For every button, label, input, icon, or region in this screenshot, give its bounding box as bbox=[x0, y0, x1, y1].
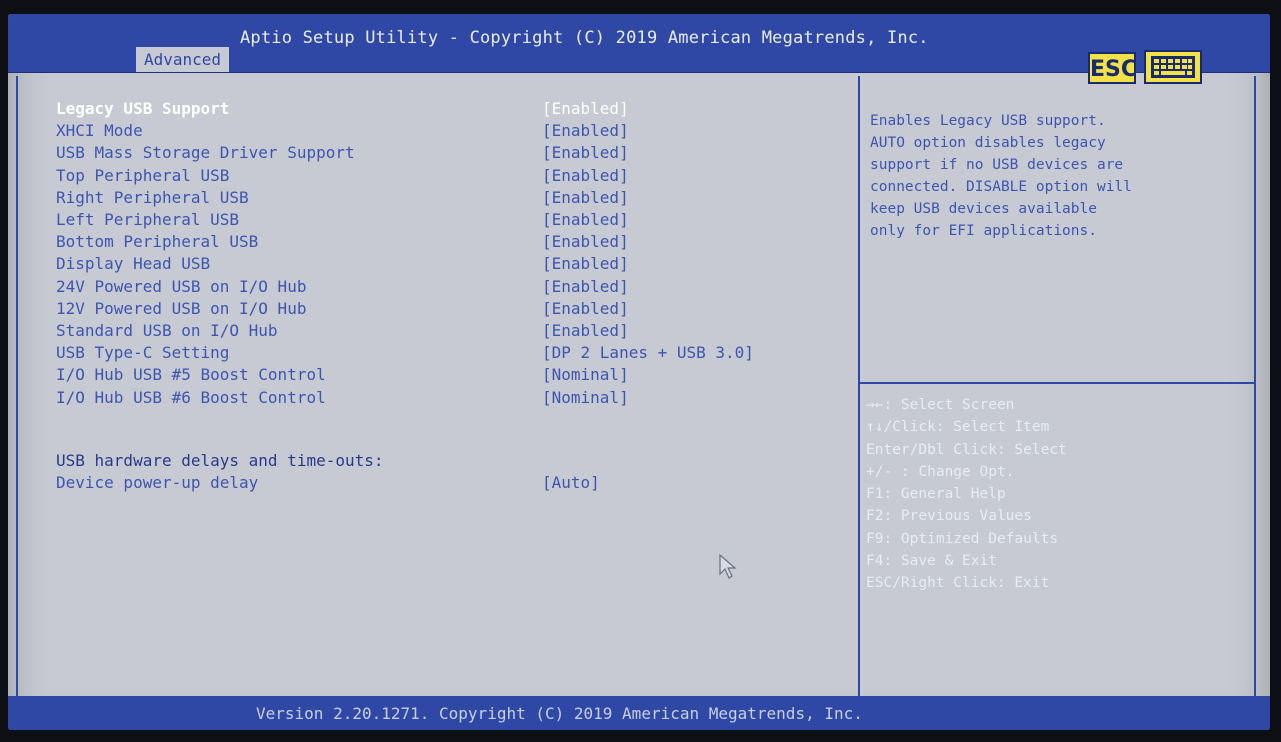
setting-row[interactable]: XHCI Mode [Enabled] bbox=[18, 120, 818, 142]
setting-row[interactable]: Top Peripheral USB [Enabled] bbox=[18, 165, 818, 187]
setting-value[interactable]: [DP 2 Lanes + USB 3.0] bbox=[542, 342, 754, 364]
section-label-usb-delays: USB hardware delays and time-outs: bbox=[56, 451, 384, 470]
setting-value[interactable]: [Enabled] bbox=[542, 187, 629, 209]
header-bar: Aptio Setup Utility - Copyright (C) 2019… bbox=[8, 14, 1270, 84]
setting-label: I/O Hub USB #5 Boost Control bbox=[56, 365, 326, 385]
key-hint: F1: General Help bbox=[866, 486, 1006, 503]
tab-advanced[interactable]: Advanced bbox=[136, 47, 230, 72]
setting-label: 24V Powered USB on I/O Hub bbox=[56, 276, 307, 296]
setting-label: Device power-up delay bbox=[56, 473, 259, 492]
setting-label: Bottom Peripheral USB bbox=[56, 232, 259, 252]
help-panel: Enables Legacy USB support. AUTO option … bbox=[858, 76, 1256, 696]
setting-value[interactable]: [Auto] bbox=[542, 472, 600, 494]
setting-label: Right Peripheral USB bbox=[56, 187, 249, 207]
setting-value[interactable]: [Enabled] bbox=[542, 276, 629, 298]
help-description: Enables Legacy USB support. AUTO option … bbox=[870, 113, 1132, 239]
utility-title: Aptio Setup Utility - Copyright (C) 2019… bbox=[240, 28, 929, 48]
setting-row[interactable]: Standard USB on I/O Hub [Enabled] bbox=[18, 320, 818, 342]
key-hint: F4: Save & Exit bbox=[866, 553, 997, 570]
key-hint: ↑↓/Click: Select Item bbox=[866, 419, 1050, 436]
key-hint: →←: Select Screen bbox=[866, 397, 1015, 413]
setting-label: Legacy USB Support bbox=[56, 99, 230, 118]
setting-row[interactable]: USB Type-C Setting [DP 2 Lanes + USB 3.0] bbox=[18, 342, 818, 364]
setting-value[interactable]: [Enabled] bbox=[542, 209, 629, 231]
setting-row[interactable]: 12V Powered USB on I/O Hub [Enabled] bbox=[18, 298, 818, 320]
version-text: Version 2.20.1271. Copyright (C) 2019 Am… bbox=[256, 704, 863, 723]
help-divider bbox=[860, 382, 1254, 384]
setting-row[interactable]: I/O Hub USB #6 Boost Control [Nominal] bbox=[18, 387, 818, 409]
key-legend: →←: Select Screen ↑↓/Click: Select Item En… bbox=[866, 394, 1246, 595]
setting-label: 12V Powered USB on I/O Hub bbox=[56, 298, 307, 318]
setting-value[interactable]: [Enabled] bbox=[542, 231, 629, 253]
setting-value[interactable]: [Enabled] bbox=[542, 298, 629, 320]
setting-row[interactable]: Right Peripheral USB [Enabled] bbox=[18, 187, 818, 209]
setting-row[interactable]: Legacy USB Support [Enabled] bbox=[18, 98, 818, 120]
setting-label: Display Head USB bbox=[56, 254, 211, 274]
key-hint: ESC/Right Click: Exit bbox=[866, 575, 1050, 592]
setting-value[interactable]: [Nominal] bbox=[542, 364, 629, 386]
setting-row[interactable]: Left Peripheral USB [Enabled] bbox=[18, 209, 818, 231]
setting-label: USB Type-C Setting bbox=[56, 343, 230, 363]
setting-value[interactable]: [Enabled] bbox=[542, 142, 629, 164]
setting-label: Top Peripheral USB bbox=[56, 165, 230, 185]
setting-label: I/O Hub USB #6 Boost Control bbox=[56, 387, 326, 407]
setting-label: XHCI Mode bbox=[56, 121, 143, 141]
setting-label: USB Mass Storage Driver Support bbox=[56, 143, 355, 163]
setting-row[interactable]: 24V Powered USB on I/O Hub [Enabled] bbox=[18, 276, 818, 298]
setting-value[interactable]: [Enabled] bbox=[542, 120, 629, 142]
setting-row-device-power-up-delay[interactable]: Device power-up delay [Auto] bbox=[18, 472, 818, 494]
key-hint: +/- : Change Opt. bbox=[866, 463, 1015, 480]
key-hint: Enter/Dbl Click: Select bbox=[866, 441, 1067, 458]
setting-value[interactable]: [Enabled] bbox=[542, 165, 629, 187]
setting-row[interactable]: I/O Hub USB #5 Boost Control [Nominal] bbox=[18, 364, 818, 386]
settings-panel: Legacy USB Support [Enabled] XHCI Mode [Ena… bbox=[16, 76, 858, 696]
setting-row[interactable]: Bottom Peripheral USB [Enabled] bbox=[18, 231, 818, 253]
setting-row[interactable]: USB Mass Storage Driver Support [Enabled] bbox=[18, 142, 818, 164]
key-hint: F9: Optimized Defaults bbox=[866, 530, 1059, 547]
setting-row[interactable]: Display Head USB [Enabled] bbox=[18, 253, 818, 275]
setting-value[interactable]: [Enabled] bbox=[542, 253, 629, 275]
footer-bar: Version 2.20.1271. Copyright (C) 2019 Am… bbox=[8, 696, 1270, 730]
setting-value[interactable]: [Enabled] bbox=[542, 98, 629, 120]
key-hint: F2: Previous Values bbox=[866, 508, 1032, 525]
setting-label: Left Peripheral USB bbox=[56, 210, 240, 229]
setting-label: Standard USB on I/O Hub bbox=[56, 321, 278, 340]
setting-value[interactable]: [Enabled] bbox=[542, 320, 629, 342]
setting-value[interactable]: [Nominal] bbox=[542, 387, 629, 409]
bios-screen: Aptio Setup Utility - Copyright (C) 2019… bbox=[8, 14, 1270, 730]
mouse-pointer-icon bbox=[719, 554, 737, 579]
